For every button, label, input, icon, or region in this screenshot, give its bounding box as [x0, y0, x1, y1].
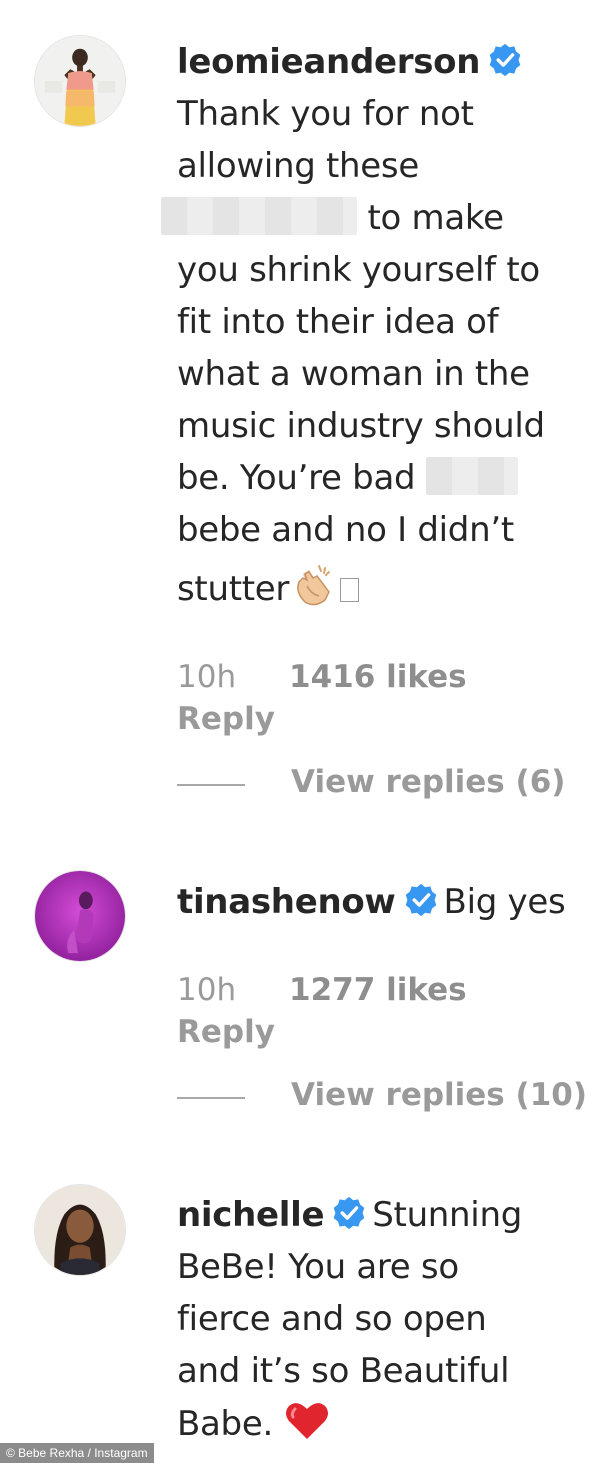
comment-text: be. You’re bad	[177, 458, 416, 498]
comment-line: fierce and so open	[177, 1299, 487, 1339]
comment-line: be. You’re bad	[177, 452, 582, 504]
username[interactable]: leomieanderson	[177, 42, 480, 82]
comment-line: and it’s so Beautiful	[177, 1351, 510, 1391]
avatar-image	[35, 36, 125, 126]
blurred-word	[425, 457, 518, 495]
comment-text: Big yes	[443, 882, 566, 922]
comment-line: stutter	[177, 562, 582, 615]
comment-text: Stunning	[372, 1195, 522, 1235]
comment-line: bebe and no I didn’t	[177, 510, 514, 550]
comment-line: fit into their idea of	[177, 302, 499, 342]
username[interactable]: nichelle	[177, 1195, 325, 1235]
replies-divider	[177, 1097, 245, 1099]
red-heart-emoji-icon	[286, 1403, 329, 1439]
comment-line: Thank you for not	[177, 94, 474, 134]
verified-badge-icon	[405, 883, 436, 917]
blurred-word	[161, 197, 357, 235]
comment-line: allowing these	[177, 146, 419, 186]
comment-text: Babe.	[177, 1404, 273, 1444]
timestamp: 10h	[177, 972, 237, 1008]
reply-button[interactable]: Reply	[177, 701, 275, 737]
comment-line: Babe.	[177, 1397, 582, 1450]
clapping-hands-emoji-icon	[297, 565, 331, 606]
comment-line: leomieanderson	[177, 36, 582, 88]
comment-line: to make	[161, 192, 582, 244]
reply-button[interactable]: Reply	[177, 1014, 275, 1050]
comment-line: you shrink yourself to	[177, 250, 540, 290]
comment-body: tinashenow Big yes	[177, 876, 582, 928]
view-replies-button[interactable]: View replies (6)	[291, 764, 565, 800]
avatar-image	[35, 871, 125, 961]
avatar-nichelle[interactable]	[34, 1184, 126, 1276]
comment-body: leomieanderson Thank you for not allowin…	[161, 36, 582, 615]
comment-text: to make	[367, 198, 505, 238]
photo-credit: © Bebe Rexha / Instagram	[0, 1443, 154, 1463]
likes-count[interactable]: 1416 likes	[289, 659, 467, 695]
comment-text: stutter	[177, 569, 290, 609]
avatar-leomieanderson[interactable]	[34, 35, 126, 127]
username[interactable]: tinashenow	[177, 882, 396, 922]
comment-line: nichelle Stunning	[177, 1189, 582, 1241]
timestamp: 10h	[177, 659, 237, 695]
comment-line: music industry should	[177, 406, 545, 446]
comment-line: tinashenow Big yes	[177, 876, 582, 928]
comment-line: BeBe! You are so	[177, 1247, 459, 1287]
comment-line: what a woman in the	[177, 354, 530, 394]
comment-body: nichelle Stunning BeBe! You are so fierce…	[177, 1189, 582, 1450]
avatar-image	[35, 1185, 125, 1275]
avatar-tinashenow[interactable]	[34, 870, 126, 962]
verified-badge-icon	[333, 1196, 365, 1230]
verified-badge-icon	[489, 43, 521, 77]
missing-glyph	[340, 578, 360, 602]
view-replies-button[interactable]: View replies (10)	[291, 1077, 587, 1113]
comment-meta: 10h 1416 likes	[177, 659, 467, 695]
replies-divider	[177, 784, 245, 786]
likes-count[interactable]: 1277 likes	[289, 972, 467, 1008]
comment-meta: 10h 1277 likes	[177, 972, 467, 1008]
